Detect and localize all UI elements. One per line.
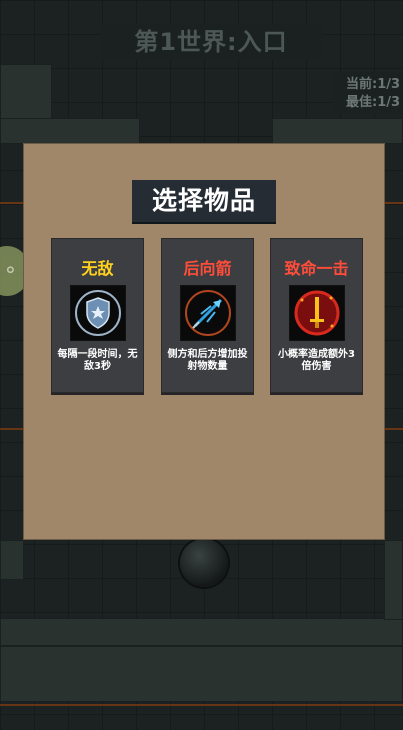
current-progress: 当前:1/3 <box>346 77 401 92</box>
wall-tile <box>272 118 403 144</box>
item-card-title: 无敌 <box>81 259 114 278</box>
item-card-invincible[interactable]: 无敌 每隔一段时间，无敌3秒 <box>51 238 144 393</box>
item-card-title: 后向箭 <box>183 259 232 278</box>
wall-tile <box>0 64 52 120</box>
best-progress: 最佳:1/3 <box>346 95 401 110</box>
item-card-critical[interactable]: 致命一击 小概率造成额外3倍伤害 <box>270 238 363 393</box>
wall-tile <box>384 540 403 620</box>
sword-crit-icon <box>289 285 345 341</box>
wall-tile <box>0 540 24 580</box>
dialog-title: 选择物品 <box>132 180 276 222</box>
score-panel: 当前:1/3 最佳:1/3 <box>332 72 403 114</box>
shield-icon <box>70 285 126 341</box>
gamepad-icon: ⚬ <box>2 258 19 282</box>
item-card-desc: 小概率造成额外3倍伤害 <box>278 349 355 372</box>
wall-tile <box>0 618 403 646</box>
world-title: 第1世界:入口 <box>100 24 322 60</box>
joystick[interactable] <box>180 539 228 587</box>
item-card-desc: 每隔一段时间，无敌3秒 <box>57 349 138 372</box>
item-card-desc: 侧方和后方增加投射物数量 <box>167 349 248 372</box>
back-arrow-icon <box>180 285 236 341</box>
item-card-title: 致命一击 <box>284 259 349 278</box>
wall-tile <box>0 646 403 702</box>
item-card-back-arrow[interactable]: 后向箭 侧方和后方增加投射物数量 <box>161 238 254 393</box>
lava-strip <box>0 704 403 706</box>
wall-tile <box>0 118 140 144</box>
